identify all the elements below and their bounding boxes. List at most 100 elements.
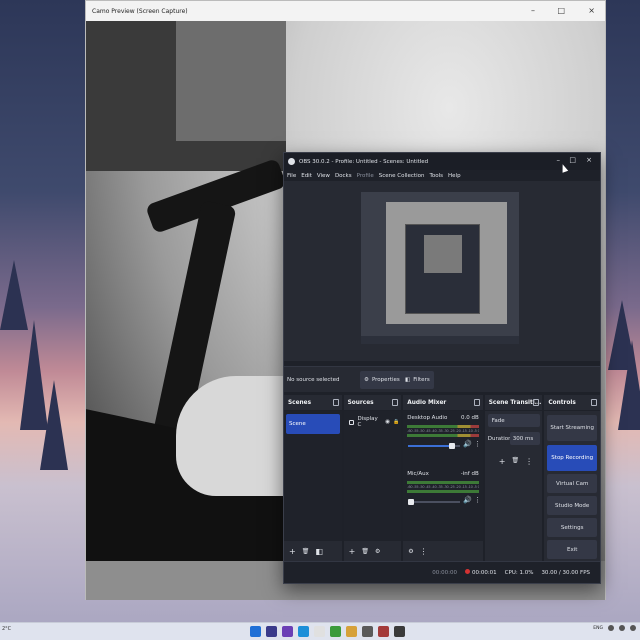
menu-file[interactable]: File	[287, 173, 296, 179]
filter-icon[interactable]: ◧	[315, 547, 323, 556]
volume-meter	[407, 490, 479, 493]
weather-widget[interactable]: 2°C	[2, 626, 11, 632]
camo-title-bar[interactable]: Camo Preview (Screen Capture) – □ ×	[86, 1, 605, 21]
menu-docks[interactable]: Docks	[335, 173, 352, 179]
taskbar-app-icon[interactable]	[250, 626, 261, 637]
volume-slider-knob[interactable]	[408, 499, 415, 505]
scene-list-item[interactable]: Scene	[286, 414, 340, 434]
scenes-dock-header: Scenes	[284, 395, 342, 411]
volume-slider-knob[interactable]	[449, 443, 456, 449]
menu-dots-icon[interactable]: ⋮	[420, 547, 428, 556]
battery-icon[interactable]	[630, 625, 636, 631]
channel-menu-icon[interactable]: ⋮	[474, 496, 481, 504]
trash-icon[interactable]: 🗑	[361, 548, 369, 555]
duration-label: Duration	[487, 436, 512, 442]
taskbar-app-icon[interactable]	[394, 626, 405, 637]
add-icon[interactable]: +	[499, 457, 506, 466]
source-list-item[interactable]: Display C ◉ 🔒	[346, 415, 399, 429]
duration-input[interactable]: 300 ms	[509, 432, 540, 445]
language-indicator[interactable]: ENG	[593, 626, 603, 631]
preview-taskbar-strip	[361, 336, 519, 344]
eye-icon[interactable]: ◉	[385, 419, 390, 425]
wifi-icon[interactable]	[608, 625, 614, 631]
trash-icon[interactable]: 🗑	[302, 548, 310, 555]
volume-slider[interactable]	[408, 499, 461, 505]
dock-undock-icon[interactable]	[533, 399, 540, 406]
menu-profile[interactable]: Profile	[357, 173, 374, 179]
scenes-dock: Scenes Scene + 🗑 ◧	[284, 395, 342, 561]
taskbar-app-icon[interactable]	[266, 626, 277, 637]
taskbar-app-icon[interactable]	[314, 626, 325, 637]
obs-preview-area[interactable]	[284, 181, 600, 361]
menu-help[interactable]: Help	[448, 173, 461, 179]
duration-value: 300 ms	[512, 435, 534, 442]
filters-button[interactable]: ◧ Filters	[401, 371, 434, 389]
add-icon[interactable]: +	[349, 547, 356, 556]
stream-time: 00:00:00	[432, 569, 457, 576]
sources-dock: Sources Display C ◉ 🔒 + 🗑 ⚙	[343, 395, 402, 561]
close-icon[interactable]: ×	[588, 6, 595, 15]
controls-header: Controls	[544, 395, 600, 411]
exit-button[interactable]: Exit	[547, 540, 597, 559]
preview-nested-obs-canvas	[424, 235, 462, 273]
no-source-label: No source selected	[287, 376, 340, 383]
gear-icon[interactable]: ⚙	[408, 548, 413, 555]
taskbar-app-icon[interactable]	[298, 626, 309, 637]
source-toolbar: No source selected ⚙ Properties ◧ Filter…	[284, 366, 600, 392]
channel-name: Mic/Aux	[407, 471, 429, 477]
mixer-toolbar: ⚙ ⋮	[403, 541, 482, 561]
source-name: Display C	[357, 416, 378, 428]
studio-mode-button[interactable]: Studio Mode	[547, 496, 597, 515]
lock-icon[interactable]: 🔒	[393, 419, 399, 425]
preview-canvas[interactable]	[361, 192, 519, 344]
taskbar-app-icon[interactable]	[346, 626, 357, 637]
speaker-icon[interactable]: 🔊	[463, 440, 472, 448]
sources-dock-header: Sources	[343, 395, 402, 411]
menu-view[interactable]: View	[317, 173, 330, 179]
gear-icon[interactable]: ⚙	[375, 548, 380, 555]
trash-icon[interactable]: 🗑	[511, 457, 519, 466]
channel-menu-icon[interactable]: ⋮	[474, 440, 481, 448]
preview-nested-obs	[405, 224, 480, 314]
menu-scene-collection[interactable]: Scene Collection	[379, 173, 425, 179]
feed-monitor-screen	[176, 21, 286, 141]
volume-icon[interactable]	[619, 625, 625, 631]
filters-label: Filters	[413, 377, 430, 383]
mixer-channel-desktop-audio: Desktop Audio 0.0 dB -60 -55 -50 -45 -40…	[406, 411, 481, 465]
volume-meter	[407, 434, 479, 437]
taskbar-app-icon[interactable]	[378, 626, 389, 637]
virtual-cam-button[interactable]: Virtual Cam	[547, 474, 597, 493]
camo-window-title: Camo Preview (Screen Capture)	[92, 7, 188, 15]
menu-tools[interactable]: Tools	[429, 173, 443, 179]
settings-button[interactable]: Settings	[547, 518, 597, 537]
obs-maximize-icon[interactable]: □	[569, 156, 576, 164]
fps-readout: 30.00 / 30.00 FPS	[541, 569, 590, 576]
transition-select[interactable]: Fade	[487, 414, 540, 427]
taskbar-app-icon[interactable]	[362, 626, 373, 637]
menu-edit[interactable]: Edit	[301, 173, 312, 179]
obs-title-bar[interactable]: OBS 30.0.2 - Profile: Untitled - Scenes:…	[284, 153, 600, 170]
taskbar-app-icon[interactable]	[282, 626, 293, 637]
menu-dots-icon[interactable]: ⋮	[525, 457, 533, 466]
channel-db: 0.0 dB	[460, 415, 479, 421]
sources-dock-title: Sources	[347, 399, 374, 406]
volume-slider[interactable]	[408, 443, 461, 449]
record-dot-icon	[464, 569, 470, 574]
dock-undock-icon[interactable]	[591, 399, 597, 406]
scenes-dock-title: Scenes	[288, 399, 312, 406]
dock-undock-icon[interactable]	[332, 399, 339, 406]
properties-button[interactable]: ⚙ Properties	[360, 371, 404, 389]
audio-mixer-title: Audio Mixer	[407, 399, 447, 406]
display-icon	[348, 419, 355, 425]
minimize-icon[interactable]: –	[531, 6, 535, 15]
dock-undock-icon[interactable]	[473, 399, 480, 406]
stop-recording-button[interactable]: Stop Recording	[547, 445, 597, 471]
dock-undock-icon[interactable]	[392, 399, 399, 406]
obs-close-icon[interactable]: ×	[586, 156, 592, 164]
maximize-icon[interactable]: □	[557, 6, 565, 15]
speaker-icon[interactable]: 🔊	[463, 496, 472, 504]
obs-minimize-icon[interactable]: –	[557, 156, 561, 164]
taskbar-app-icon[interactable]	[330, 626, 341, 637]
add-icon[interactable]: +	[289, 547, 296, 556]
start-streaming-button[interactable]: Start Streaming	[547, 415, 597, 441]
